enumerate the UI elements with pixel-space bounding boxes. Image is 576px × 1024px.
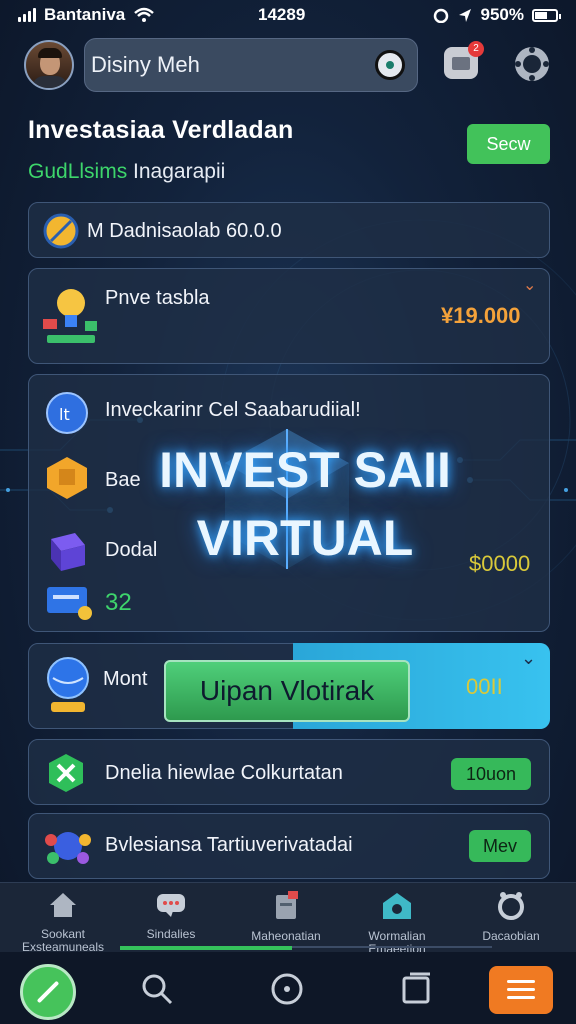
upgrade-value: 00II <box>466 674 503 699</box>
show-button[interactable]: Secw <box>467 124 550 164</box>
extra-button[interactable]: Mev <box>469 830 531 862</box>
tab-bar: Sookant Exsteamuneals Sindalies Maheonat… <box>0 882 576 956</box>
battery-percent: 950% <box>480 5 524 24</box>
chevron-down-icon[interactable]: ⌄ <box>523 275 536 295</box>
balance-label: M Dadnisaolab 60.0.0 <box>87 220 282 242</box>
banner-line-2: VIRTUAL <box>196 510 414 566</box>
copy-icon[interactable] <box>400 972 434 1006</box>
group-row-4-value: 32 <box>105 589 132 616</box>
private-label: Pnve tasbla <box>105 287 210 309</box>
subtitle-green: GudLlsims <box>28 160 128 183</box>
search-text: Disiny Meh <box>91 52 200 77</box>
private-row[interactable]: Pnve tasbla ⌄ ¥19.000 <box>28 268 550 364</box>
tab-documents[interactable]: Maheonatian <box>236 891 336 943</box>
subtitle-white: Inagarapii <box>133 160 226 183</box>
search-icon[interactable] <box>375 50 405 80</box>
signal-icon <box>18 8 36 22</box>
online-label: Dnelia hiewlae Colkurtatan <box>105 762 343 784</box>
location-arrow-icon <box>458 9 471 22</box>
online-button[interactable]: 10uon <box>451 758 531 790</box>
compose-button[interactable] <box>20 964 76 1020</box>
hexagon-coin-icon <box>47 457 87 499</box>
status-bar: Bantaniva 14289 950% <box>0 0 576 30</box>
chat-icon <box>157 894 185 917</box>
private-value: ¥19.000 <box>441 303 521 328</box>
alarm-icon <box>433 8 448 23</box>
carrier-name: Bantaniva <box>44 5 126 24</box>
cube-icon <box>51 533 85 571</box>
app-header: Disiny Meh 2 <box>24 36 560 94</box>
clock: 14289 <box>258 5 306 24</box>
active-tab-indicator <box>120 946 292 950</box>
online-row[interactable]: Dnelia hiewlae Colkurtatan 10uon <box>28 739 550 805</box>
card-payment-icon <box>47 587 92 620</box>
document-icon <box>276 891 298 919</box>
tab-home-label: Sookant Exsteamuneals <box>21 927 105 954</box>
globe-trophy-icon <box>47 657 89 712</box>
notification-badge: 2 <box>468 41 484 57</box>
balance-row[interactable]: M Dadnisaolab 60.0.0 <box>28 202 550 258</box>
banner-line-1: INVEST SAII <box>159 442 451 498</box>
globe-icon: lt <box>46 392 88 434</box>
upgrade-label: Mont <box>103 668 148 690</box>
settings-gear-icon[interactable] <box>512 44 552 84</box>
tab-settings-label: Dacaobian <box>482 929 540 943</box>
battery-icon <box>532 8 561 22</box>
tab-chat[interactable]: Sindalies <box>121 891 221 941</box>
extra-label: Bvlesiansa Tartiuverivatadai <box>105 834 353 856</box>
group-row-1: Inveckarinr Cel Saabarudiial! <box>105 399 361 421</box>
upgrade-button[interactable]: Uipan Vlotirak <box>164 660 410 722</box>
tab-divider <box>292 946 492 948</box>
search-icon[interactable] <box>140 972 174 1006</box>
record-icon[interactable] <box>270 972 304 1006</box>
lightbulb-icon <box>43 289 97 343</box>
compass-icon <box>43 213 79 249</box>
page-title: Investasiaa Verdladan <box>28 116 294 144</box>
page-subtitle: GudLlsims Inagarapii <box>28 160 225 184</box>
tab-home[interactable]: Sookant Exsteamuneals <box>13 891 113 954</box>
tab-settings[interactable]: Dacaobian <box>461 891 561 943</box>
avatar[interactable] <box>24 40 74 90</box>
invest-virtual-banner: INVEST SAII VIRTUAL <box>110 436 500 572</box>
tab-documents-label: Maheonatian <box>251 929 321 943</box>
search-input[interactable]: Disiny Meh <box>84 38 418 92</box>
wifi-icon <box>134 7 155 22</box>
svg-text:lt: lt <box>59 405 70 424</box>
settings-icon <box>498 892 524 920</box>
menu-button[interactable] <box>489 966 553 1014</box>
collaboration-icon <box>45 832 91 864</box>
network-icon <box>383 893 411 919</box>
extra-row[interactable]: Bvlesiansa Tartiuverivatadai Mev <box>28 813 550 879</box>
tab-chat-label: Sindalies <box>146 927 196 941</box>
tools-icon <box>49 754 83 792</box>
notification-icon[interactable]: 2 <box>444 41 484 79</box>
home-icon <box>50 893 76 917</box>
chevron-down-icon[interactable]: ⌄ <box>521 648 536 669</box>
